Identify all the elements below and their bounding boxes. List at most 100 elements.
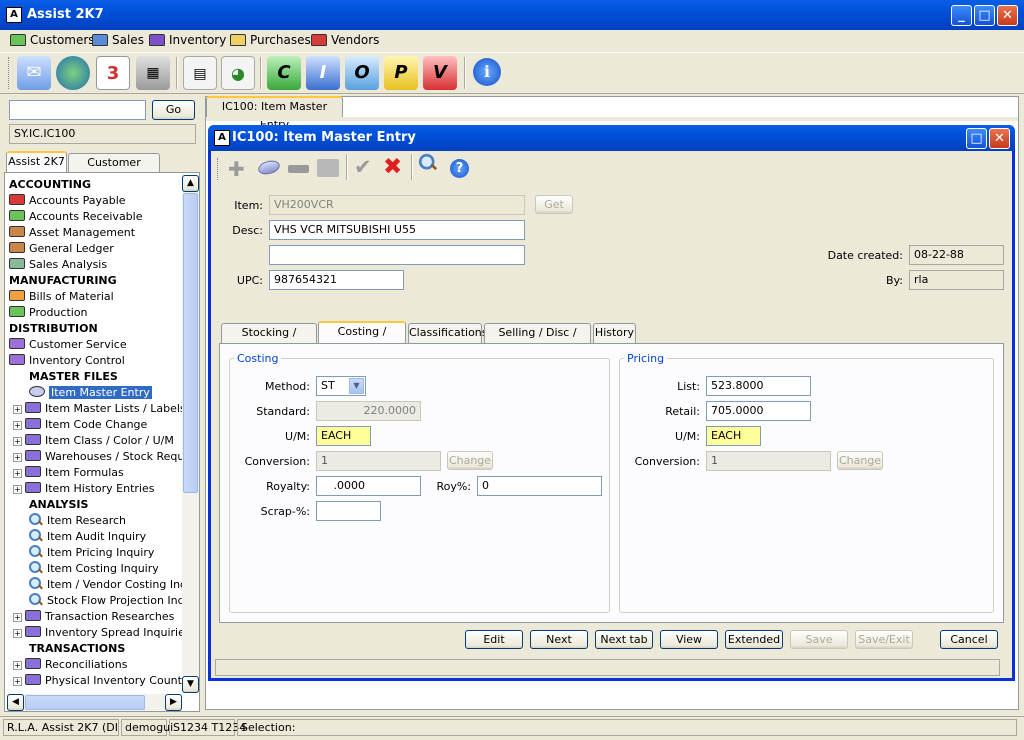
tree-item[interactable]: + Transaction Researches xyxy=(9,609,183,625)
inner-maximize-button[interactable]: □ xyxy=(966,128,987,149)
tree-item[interactable]: + Item Master Lists / Labels xyxy=(9,401,183,417)
save-exit-button[interactable]: Save/Exit xyxy=(855,630,913,649)
tree-item[interactable]: Item Audit Inquiry xyxy=(9,529,183,545)
globe-icon[interactable] xyxy=(56,56,90,90)
tab-costing-pricing[interactable]: Costing / Pricing xyxy=(318,321,406,356)
pricing-conversion-field[interactable]: 1 xyxy=(706,451,831,471)
inventory-shortcut-icon[interactable]: I xyxy=(306,56,340,90)
document-tab[interactable]: IC100: Item Master Entry xyxy=(206,96,343,131)
vendors-shortcut-icon[interactable]: V xyxy=(423,56,457,90)
expand-icon[interactable]: + xyxy=(13,453,22,462)
menu-inventory[interactable]: Inventory xyxy=(149,30,226,50)
chart-report-icon[interactable]: ◕ xyxy=(221,56,255,90)
tree-item[interactable]: + Inventory Spread Inquiries xyxy=(9,625,183,641)
eraser-icon[interactable] xyxy=(256,158,282,177)
check-icon[interactable]: ✔ xyxy=(354,155,372,179)
menu-sales[interactable]: Sales xyxy=(92,30,144,50)
tree-item[interactable]: Stock Flow Projection Inquii xyxy=(9,593,183,609)
retail-price-field[interactable]: 705.0000 xyxy=(706,401,811,421)
calendar-icon[interactable]: 3 xyxy=(96,56,130,90)
menu-customers[interactable]: Customers xyxy=(10,30,95,50)
list-price-field[interactable]: 523.8000 xyxy=(706,376,811,396)
purchases-shortcut-icon[interactable]: P xyxy=(384,56,418,90)
tree-item[interactable]: Bills of Material xyxy=(9,289,183,305)
description-line2-field[interactable] xyxy=(269,245,525,265)
minimize-button[interactable]: _ xyxy=(951,5,972,26)
tree-item[interactable]: Production xyxy=(9,305,183,321)
delete-icon[interactable] xyxy=(288,165,309,173)
view-button[interactable]: View xyxy=(660,630,718,649)
help-icon[interactable]: ? xyxy=(450,159,469,178)
method-select[interactable]: ST ▼ xyxy=(316,376,366,396)
tree-horizontal-scrollbar[interactable]: ◀ ▶ xyxy=(7,694,182,711)
info-icon[interactable]: i xyxy=(473,58,501,86)
extended-button[interactable]: Extended xyxy=(725,630,783,649)
tree-item[interactable]: + Item Formulas xyxy=(9,465,183,481)
tree-item[interactable]: Item Research xyxy=(9,513,183,529)
expand-icon[interactable]: + xyxy=(13,469,22,478)
scroll-up-button[interactable]: ▲ xyxy=(182,175,199,192)
save-button[interactable]: Save xyxy=(790,630,848,649)
scroll-left-button[interactable]: ◀ xyxy=(7,694,24,711)
search-input[interactable] xyxy=(9,100,146,120)
tree-item[interactable]: General Ledger xyxy=(9,241,183,257)
tree-item[interactable]: Item / Vendor Costing Inqu xyxy=(9,577,183,593)
edit-button[interactable]: Edit xyxy=(465,630,523,649)
upc-field[interactable]: 987654321 xyxy=(269,270,404,290)
tree-item[interactable]: Customer Service xyxy=(9,337,183,353)
description-field[interactable]: VHS VCR MITSUBISHI U55 xyxy=(269,220,525,240)
mail-icon[interactable]: ✉ xyxy=(17,56,51,90)
tab-stocking-packing[interactable]: Stocking / Packing xyxy=(221,323,317,357)
expand-icon[interactable]: + xyxy=(13,629,22,638)
hscroll-thumb[interactable] xyxy=(25,695,145,710)
tree-item[interactable]: + Item Code Change xyxy=(9,417,183,433)
standard-cost-field[interactable]: 220.0000 xyxy=(316,401,421,421)
tree-item[interactable]: + Item Class / Color / U/M xyxy=(9,433,183,449)
costing-conversion-field[interactable]: 1 xyxy=(316,451,441,471)
pricing-um-field[interactable]: EACH xyxy=(706,426,761,446)
expand-icon[interactable]: + xyxy=(13,437,22,446)
cancel-button[interactable]: Cancel xyxy=(940,630,998,649)
menu-vendors[interactable]: Vendors xyxy=(311,30,379,50)
scroll-right-button[interactable]: ▶ xyxy=(165,694,182,711)
tree-item[interactable]: Item Costing Inquiry xyxy=(9,561,183,577)
expand-icon[interactable]: + xyxy=(13,661,22,670)
expand-icon[interactable]: + xyxy=(13,405,22,414)
expand-icon[interactable]: + xyxy=(13,485,22,494)
tree-item[interactable]: + Item History Entries xyxy=(9,481,183,497)
pricing-change-button[interactable]: Change xyxy=(837,451,883,470)
next-tab-button[interactable]: Next tab xyxy=(595,630,653,649)
scrap-percent-field[interactable] xyxy=(316,501,381,521)
tree-item[interactable]: Item Pricing Inquiry xyxy=(9,545,183,561)
scroll-down-button[interactable]: ▼ xyxy=(182,676,199,693)
roy-percent-field[interactable]: 0 xyxy=(477,476,602,496)
get-button[interactable]: Get xyxy=(535,195,573,214)
search-icon[interactable] xyxy=(418,153,439,176)
close-button[interactable]: ✕ xyxy=(997,5,1018,26)
scroll-thumb[interactable] xyxy=(183,193,198,493)
expand-icon[interactable]: + xyxy=(13,677,22,686)
expand-icon[interactable]: + xyxy=(13,421,22,430)
cancel-x-icon[interactable]: ✖ xyxy=(383,154,402,180)
tree-vertical-scrollbar[interactable]: ▲ ▼ xyxy=(182,175,199,693)
tree-item[interactable]: + Warehouses / Stock Reque xyxy=(9,449,183,465)
tab-history[interactable]: History xyxy=(593,323,636,343)
tree-item[interactable]: Inventory Control xyxy=(9,353,183,369)
item-field[interactable]: VH200VCR xyxy=(269,195,525,215)
tab-assist-2k7[interactable]: Assist 2K7 xyxy=(6,151,67,173)
royalty-field[interactable]: .0000 xyxy=(316,476,421,496)
tree-item[interactable]: + Reconciliations xyxy=(9,657,183,673)
report-icon[interactable]: ▤ xyxy=(183,56,217,90)
tree-item[interactable]: Accounts Receivable xyxy=(9,209,183,225)
calculator-icon[interactable]: ▦ xyxy=(136,56,170,90)
inner-close-button[interactable]: ✕ xyxy=(989,128,1010,149)
tree-item[interactable]: Asset Management xyxy=(9,225,183,241)
tab-selling-disc-comm[interactable]: Selling / Disc / Comm xyxy=(484,323,591,357)
tab-customer-service[interactable]: Customer Service xyxy=(68,153,160,187)
tree-item[interactable]: + Physical Inventory Count xyxy=(9,673,183,689)
orders-shortcut-icon[interactable]: O xyxy=(345,56,379,90)
customers-shortcut-icon[interactable]: C xyxy=(267,56,301,90)
costing-change-button[interactable]: Change xyxy=(447,451,493,470)
print-icon[interactable] xyxy=(317,159,339,177)
next-button[interactable]: Next xyxy=(530,630,588,649)
